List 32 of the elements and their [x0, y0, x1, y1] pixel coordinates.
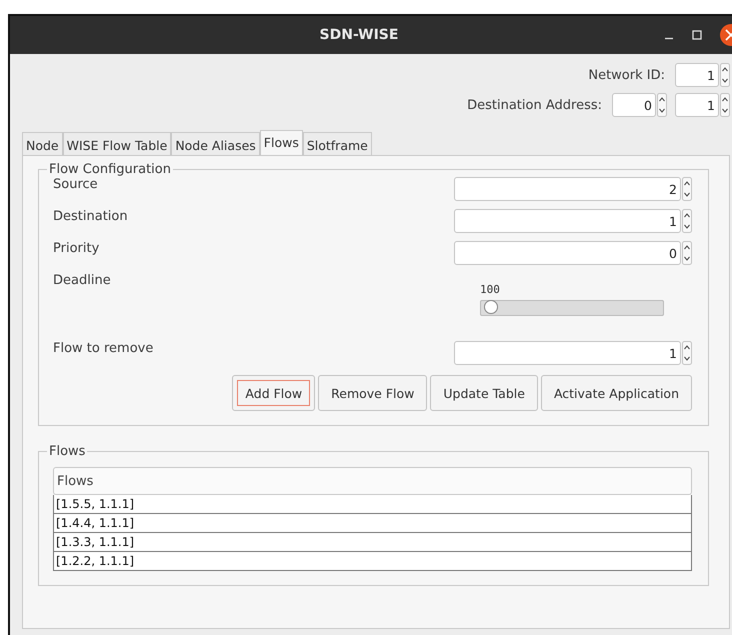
field-label: Priority [53, 241, 100, 256]
tab[interactable]: Slotframe [302, 132, 372, 155]
action-button[interactable]: Add Flow [232, 375, 316, 411]
number-field[interactable]: 1 [454, 341, 681, 365]
column-header: Flows [53, 467, 692, 495]
field-label: Source [53, 177, 98, 192]
slider-value: 100 [480, 283, 501, 296]
table-row[interactable]: [1.2.2, 1.1.1] [53, 552, 692, 571]
group-title: Flow Configuration [48, 162, 172, 177]
tab[interactable]: Node [22, 132, 63, 155]
tab[interactable]: WISE Flow Table [62, 132, 172, 155]
window-title: SDN-WISE [320, 27, 398, 43]
table-row[interactable]: [1.4.4, 1.1.1] [53, 514, 692, 533]
action-button[interactable]: Update Table [430, 375, 538, 411]
field-label: Network ID: [588, 68, 665, 82]
tab[interactable]: Flows [260, 130, 303, 155]
field-label: Deadline [53, 273, 111, 288]
number-field[interactable]: 0 [454, 241, 681, 265]
number-field[interactable]: 2 [454, 177, 681, 201]
action-button[interactable]: Activate Application [540, 375, 692, 411]
number-field[interactable]: 1 [675, 93, 719, 117]
action-button[interactable]: Remove Flow [318, 375, 428, 411]
field-label: Destination Address: [467, 98, 602, 112]
number-field[interactable]: 1 [454, 209, 681, 233]
field-label: Destination [53, 209, 128, 224]
group-title: Flows [48, 444, 86, 459]
number-field[interactable]: 1 [675, 63, 719, 87]
field-label: Flow to remove [53, 341, 154, 356]
table-row[interactable]: [1.5.5, 1.1.1] [53, 495, 692, 514]
tab[interactable]: Node Aliases [171, 132, 260, 155]
table-row[interactable]: [1.3.3, 1.1.1] [53, 533, 692, 552]
number-field[interactable]: 0 [612, 93, 656, 117]
